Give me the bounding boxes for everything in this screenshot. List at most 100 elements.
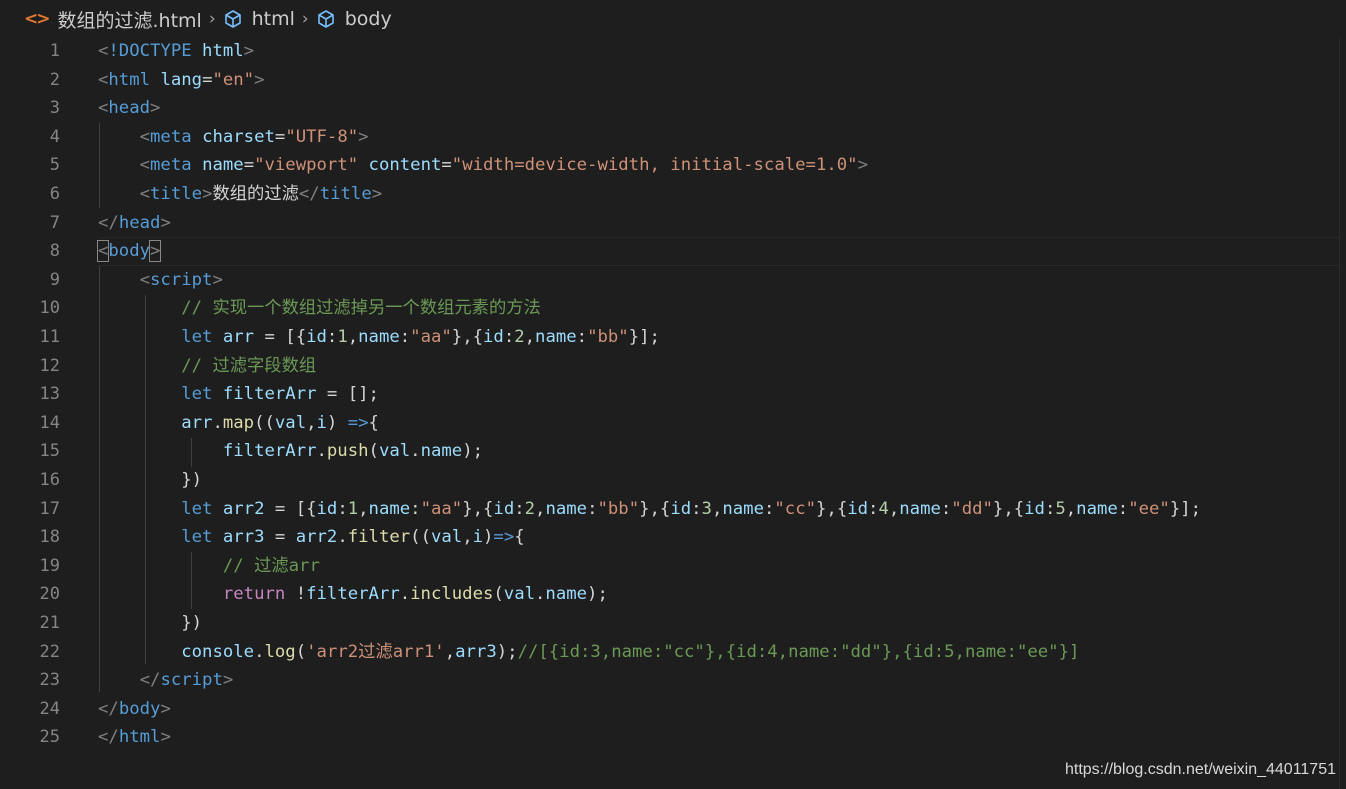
code-line[interactable]: 24 </body> bbox=[0, 695, 1346, 724]
code-text: <html lang="en"> bbox=[98, 66, 265, 95]
line-number: 2 bbox=[49, 69, 60, 90]
code-token: ( bbox=[295, 641, 307, 662]
code-line[interactable]: 7 </head> bbox=[0, 209, 1346, 238]
line-number: 12 bbox=[39, 355, 60, 376]
code-token: > bbox=[222, 670, 234, 691]
code-token: }) bbox=[98, 613, 203, 633]
code-line[interactable]: 17 let arr2 = [{id:1,name:"aa"},{id:2,na… bbox=[0, 495, 1346, 524]
code-token: head bbox=[108, 98, 151, 119]
code-line[interactable]: 5 <meta name="viewport" content="width=d… bbox=[0, 151, 1346, 180]
code-token: 1 bbox=[337, 327, 348, 347]
code-token: filterArr bbox=[222, 384, 317, 405]
code-line[interactable]: 11 let arr = [{id:1,name:"aa"},{id:2,nam… bbox=[0, 323, 1346, 352]
code-token: let bbox=[181, 498, 223, 519]
code-line[interactable]: 3 <head> bbox=[0, 94, 1346, 123]
code-token: i bbox=[316, 412, 327, 433]
code-text: // 过滤arr bbox=[98, 552, 320, 581]
code-line[interactable]: 22 console.log('arr2过滤arr1',arr3);//[{id… bbox=[0, 638, 1346, 667]
code-line[interactable]: 15 filterArr.push(val.name); bbox=[0, 437, 1346, 466]
code-editor[interactable]: 1 <!DOCTYPE html> 2 <html lang="en"> 3 <head>… bbox=[0, 37, 1346, 789]
code-token: : bbox=[514, 498, 525, 519]
code-token: : bbox=[940, 498, 952, 519]
line-number: 14 bbox=[39, 412, 60, 433]
code-token: }]; bbox=[1169, 498, 1202, 519]
code-token: name bbox=[899, 498, 941, 519]
code-token: filter bbox=[347, 527, 411, 548]
code-line[interactable]: 12 // 过滤字段数组 bbox=[0, 352, 1346, 381]
code-line[interactable]: 21 }) bbox=[0, 609, 1346, 638]
code-token: > bbox=[371, 184, 383, 204]
code-token: },{ bbox=[462, 498, 494, 519]
code-token: = bbox=[264, 527, 296, 548]
cube-symbol-icon bbox=[317, 10, 334, 28]
code-token: meta bbox=[150, 155, 203, 176]
code-line[interactable]: 8 <body> bbox=[0, 237, 1346, 266]
code-line[interactable]: 6 <title>数组的过滤</title> bbox=[0, 180, 1346, 209]
breadcrumb-file[interactable]: <> 数组的过滤.html bbox=[24, 6, 202, 33]
code-line[interactable]: 13 let filterArr = []; bbox=[0, 380, 1346, 409]
code-token: charset bbox=[202, 126, 275, 147]
line-number: 19 bbox=[39, 555, 60, 576]
code-token: </ bbox=[298, 184, 320, 204]
code-line[interactable]: 1 <!DOCTYPE html> bbox=[0, 37, 1346, 66]
code-line[interactable]: 23 </script> bbox=[0, 666, 1346, 695]
code-token: head bbox=[118, 212, 161, 233]
code-token: , bbox=[1065, 498, 1077, 519]
code-text: <meta charset="UTF-8"> bbox=[98, 123, 369, 152]
code-line[interactable]: 2 <html lang="en"> bbox=[0, 66, 1346, 95]
code-line[interactable]: 18 let arr3 = arr2.filter((val,i)=>{ bbox=[0, 523, 1346, 552]
code-token: !DOCTYPE bbox=[108, 41, 203, 61]
code-token: html bbox=[118, 727, 161, 748]
code-token: </ bbox=[98, 698, 119, 719]
code-line[interactable]: 4 <meta charset="UTF-8"> bbox=[0, 123, 1346, 152]
code-token: "width=device-width, initial-scale=1.0" bbox=[451, 155, 858, 176]
code-line[interactable]: 14 arr.map((val,i) =>{ bbox=[0, 409, 1346, 438]
code-token: = []; bbox=[316, 384, 379, 405]
code-token: arr3 bbox=[222, 527, 265, 548]
code-text: <meta name="viewport" content="width=dev… bbox=[98, 151, 868, 180]
code-token: => bbox=[493, 527, 515, 548]
code-token: </ bbox=[98, 727, 119, 748]
code-token: console bbox=[181, 641, 255, 662]
code-token: ! bbox=[295, 584, 307, 605]
code-token: : bbox=[868, 498, 879, 519]
code-token: : bbox=[326, 327, 338, 347]
code-token: lang bbox=[160, 69, 203, 90]
code-token: . bbox=[254, 641, 265, 662]
code-token: 2 bbox=[514, 327, 525, 347]
code-token: id bbox=[493, 498, 515, 519]
breadcrumb: <> 数组的过滤.html › html › body bbox=[0, 0, 1346, 38]
code-line[interactable]: 20 return !filterArr.includes(val.name); bbox=[0, 580, 1346, 609]
code-token: : bbox=[503, 327, 515, 347]
code-token: 5 bbox=[1055, 498, 1066, 519]
code-token: </ bbox=[98, 212, 119, 233]
code-token: > bbox=[160, 698, 171, 719]
code-line[interactable]: 25 </html> bbox=[0, 723, 1346, 752]
code-text: return !filterArr.includes(val.name); bbox=[98, 580, 608, 609]
code-token: script bbox=[160, 670, 223, 691]
code-token: body bbox=[118, 698, 161, 719]
breadcrumb-html[interactable]: html bbox=[223, 8, 295, 30]
code-token: ); bbox=[462, 441, 483, 462]
vertical-scrollbar[interactable] bbox=[1339, 38, 1346, 789]
code-token: arr bbox=[181, 412, 213, 433]
code-token: , bbox=[711, 498, 723, 519]
code-line[interactable]: 16 }) bbox=[0, 466, 1346, 495]
code-token: : bbox=[763, 498, 775, 519]
code-token: (( bbox=[254, 412, 275, 433]
code-text: <head> bbox=[98, 94, 160, 123]
code-token: let bbox=[181, 327, 223, 347]
code-token: : bbox=[1117, 498, 1129, 519]
code-line[interactable]: 19 // 过滤arr bbox=[0, 552, 1346, 581]
code-line[interactable]: 10 // 实现一个数组过滤掉另一个数组元素的方法 bbox=[0, 294, 1346, 323]
code-token: < bbox=[98, 98, 109, 119]
code-token: , bbox=[535, 498, 546, 519]
code-token: = [{ bbox=[254, 327, 307, 347]
code-line[interactable]: 9 <script> bbox=[0, 266, 1346, 295]
code-token: push bbox=[326, 441, 369, 462]
breadcrumb-body[interactable]: body bbox=[316, 8, 392, 30]
